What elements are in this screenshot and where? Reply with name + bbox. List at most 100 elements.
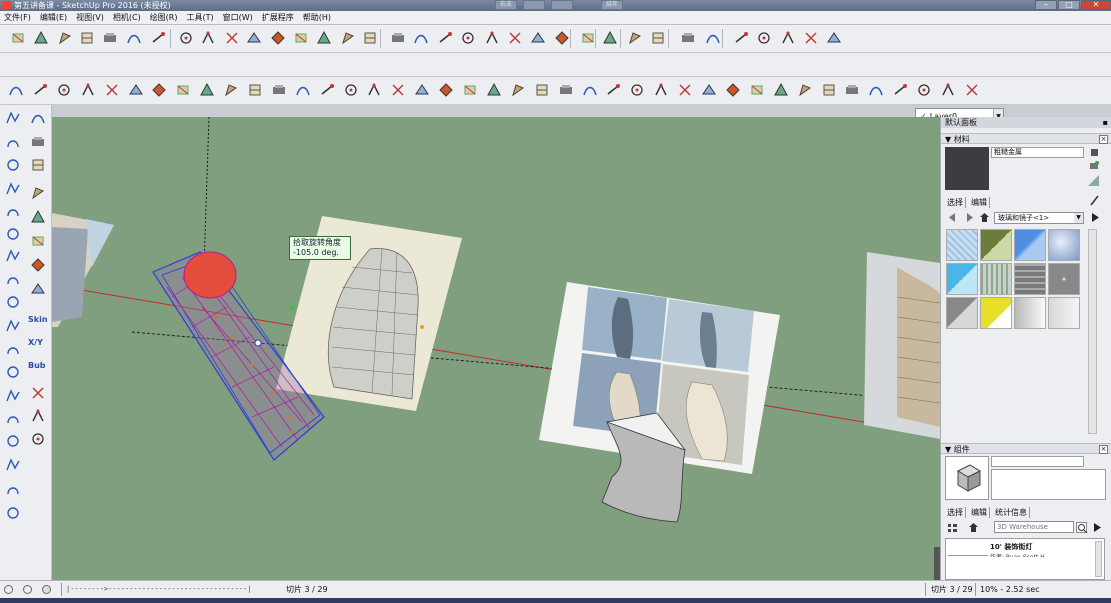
main-tool-icon-21[interactable]	[484, 30, 500, 46]
menu-tools[interactable]: 工具(T)	[183, 11, 219, 24]
left-tool-icon-6[interactable]	[5, 226, 21, 242]
minimize-button[interactable]: –	[1035, 0, 1057, 10]
main-tool-icon-13[interactable]	[293, 30, 309, 46]
swatch-scrollbar[interactable]	[1088, 229, 1097, 434]
model-viewport[interactable]: 拾取旋转角度 -105.0 deg.	[52, 117, 940, 580]
results-scrollbar[interactable]	[1095, 541, 1102, 577]
tab-components-select[interactable]: 选择	[945, 507, 966, 518]
home-icon[interactable]	[968, 522, 979, 533]
ext-tool-icon-35[interactable]	[821, 82, 837, 98]
main-tool-icon-32[interactable]	[756, 30, 772, 46]
left-tool-icon-2[interactable]	[5, 134, 21, 150]
ext-tool-icon-21[interactable]	[486, 82, 502, 98]
main-tool-icon-30[interactable]	[705, 30, 721, 46]
ext-tool-icon-29[interactable]	[677, 82, 693, 98]
ext-tool-icon-18[interactable]	[414, 82, 430, 98]
components-section-header[interactable]: ▼ 组件 ×	[941, 443, 1111, 454]
ext-tool-icon-25[interactable]	[582, 82, 598, 98]
home-icon[interactable]	[979, 212, 990, 223]
ext-tool-icon-11[interactable]	[247, 82, 263, 98]
tab-components-statistics[interactable]: 统计信息	[993, 507, 1030, 518]
credits-icon[interactable]	[23, 585, 32, 594]
ext-tool-icon-19[interactable]	[438, 82, 454, 98]
materials-close-icon[interactable]: ×	[1099, 135, 1108, 144]
material-name-field[interactable]: 粗糙金属	[991, 147, 1084, 158]
main-tool-icon-35[interactable]	[826, 30, 842, 46]
ext-tool-icon-33[interactable]	[773, 82, 789, 98]
material-library-select[interactable]: 玻璃和镜子<1> ▼	[994, 212, 1084, 224]
ext-tool-icon-40[interactable]	[940, 82, 956, 98]
title-extra-button-3[interactable]	[551, 0, 573, 10]
material-swatch[interactable]	[946, 263, 978, 295]
component-name-field[interactable]	[991, 456, 1084, 467]
plugin-tool-icon-1[interactable]	[30, 110, 46, 126]
geo-location-icon[interactable]	[4, 585, 13, 594]
menu-help[interactable]: 帮助(H)	[299, 11, 336, 24]
ext-tool-icon-9[interactable]	[199, 82, 215, 98]
menu-view[interactable]: 视图(V)	[72, 11, 109, 24]
ext-tool-icon-5[interactable]	[104, 82, 120, 98]
ext-tool-icon-24[interactable]	[558, 82, 574, 98]
ext-tool-icon-27[interactable]	[629, 82, 645, 98]
tab-materials-select[interactable]: 选择	[945, 197, 966, 208]
ext-tool-icon-32[interactable]	[749, 82, 765, 98]
material-swatch[interactable]	[980, 229, 1012, 261]
main-tool-icon-8[interactable]	[178, 30, 194, 46]
main-tool-icon-22[interactable]	[507, 30, 523, 46]
main-tool-icon-15[interactable]	[340, 30, 356, 46]
tab-materials-edit[interactable]: 编辑	[969, 197, 990, 208]
ext-tool-icon-17[interactable]	[390, 82, 406, 98]
material-swatch[interactable]	[1048, 297, 1080, 329]
main-tool-icon-31[interactable]	[733, 30, 749, 46]
xy-tool-label[interactable]: X/Y	[28, 339, 43, 347]
ext-tool-icon-10[interactable]	[223, 82, 239, 98]
left-tool-icon-5[interactable]	[5, 203, 21, 219]
left-tool-icon-18[interactable]	[5, 505, 21, 521]
plugin-tool-icon-9[interactable]	[30, 385, 46, 401]
ext-tool-icon-26[interactable]	[605, 82, 621, 98]
menu-window[interactable]: 窗口(W)	[219, 11, 258, 24]
left-tool-icon-1[interactable]	[5, 110, 21, 126]
materials-section-header[interactable]: ▼ 材料 ×	[941, 133, 1111, 144]
material-swatch[interactable]	[980, 263, 1012, 295]
main-tool-icon-29[interactable]	[680, 30, 696, 46]
material-swatch[interactable]	[1014, 263, 1046, 295]
ext-tool-icon-34[interactable]	[797, 82, 813, 98]
tab-components-edit[interactable]: 编辑	[969, 507, 990, 518]
left-tool-icon-15[interactable]	[5, 433, 21, 449]
title-extra-button-4[interactable]: 结年	[601, 0, 623, 10]
component-description-field[interactable]	[991, 469, 1106, 500]
left-tool-icon-16[interactable]	[5, 457, 21, 473]
title-extra-button-1[interactable]: 右击	[495, 0, 517, 10]
ext-tool-icon-37[interactable]	[868, 82, 884, 98]
ext-tool-icon-2[interactable]	[32, 82, 48, 98]
forward-arrow-icon[interactable]	[963, 212, 974, 223]
ext-tool-icon-36[interactable]	[844, 82, 860, 98]
main-tool-icon-11[interactable]	[246, 30, 262, 46]
main-tool-icon-19[interactable]	[437, 30, 453, 46]
plugin-tool-icon-6[interactable]	[30, 233, 46, 249]
main-tool-icon-1[interactable]	[10, 30, 26, 46]
ext-tool-icon-30[interactable]	[701, 82, 717, 98]
main-tool-icon-26[interactable]	[602, 30, 618, 46]
ext-tool-icon-3[interactable]	[56, 82, 72, 98]
plugin-tool-icon-8[interactable]	[30, 281, 46, 297]
main-tool-icon-7[interactable]	[150, 30, 166, 46]
ext-tool-icon-13[interactable]	[295, 82, 311, 98]
ext-tool-icon-14[interactable]	[319, 82, 335, 98]
main-tool-icon-18[interactable]	[413, 30, 429, 46]
left-tool-icon-9[interactable]	[5, 294, 21, 310]
ext-tool-icon-22[interactable]	[510, 82, 526, 98]
sample-paint-icon[interactable]	[1089, 195, 1100, 206]
main-tool-icon-10[interactable]	[224, 30, 240, 46]
main-tool-icon-23[interactable]	[530, 30, 546, 46]
plugin-tool-icon-7[interactable]	[30, 257, 46, 273]
left-tool-icon-12[interactable]	[5, 364, 21, 380]
close-button[interactable]: ✕	[1081, 0, 1111, 10]
left-tool-icon-13[interactable]	[5, 388, 21, 404]
material-swatch[interactable]	[1048, 229, 1080, 261]
back-arrow-icon[interactable]	[948, 212, 959, 223]
menu-draw[interactable]: 绘图(R)	[146, 11, 183, 24]
ext-tool-icon-8[interactable]	[175, 82, 191, 98]
menu-camera[interactable]: 相机(C)	[109, 11, 146, 24]
